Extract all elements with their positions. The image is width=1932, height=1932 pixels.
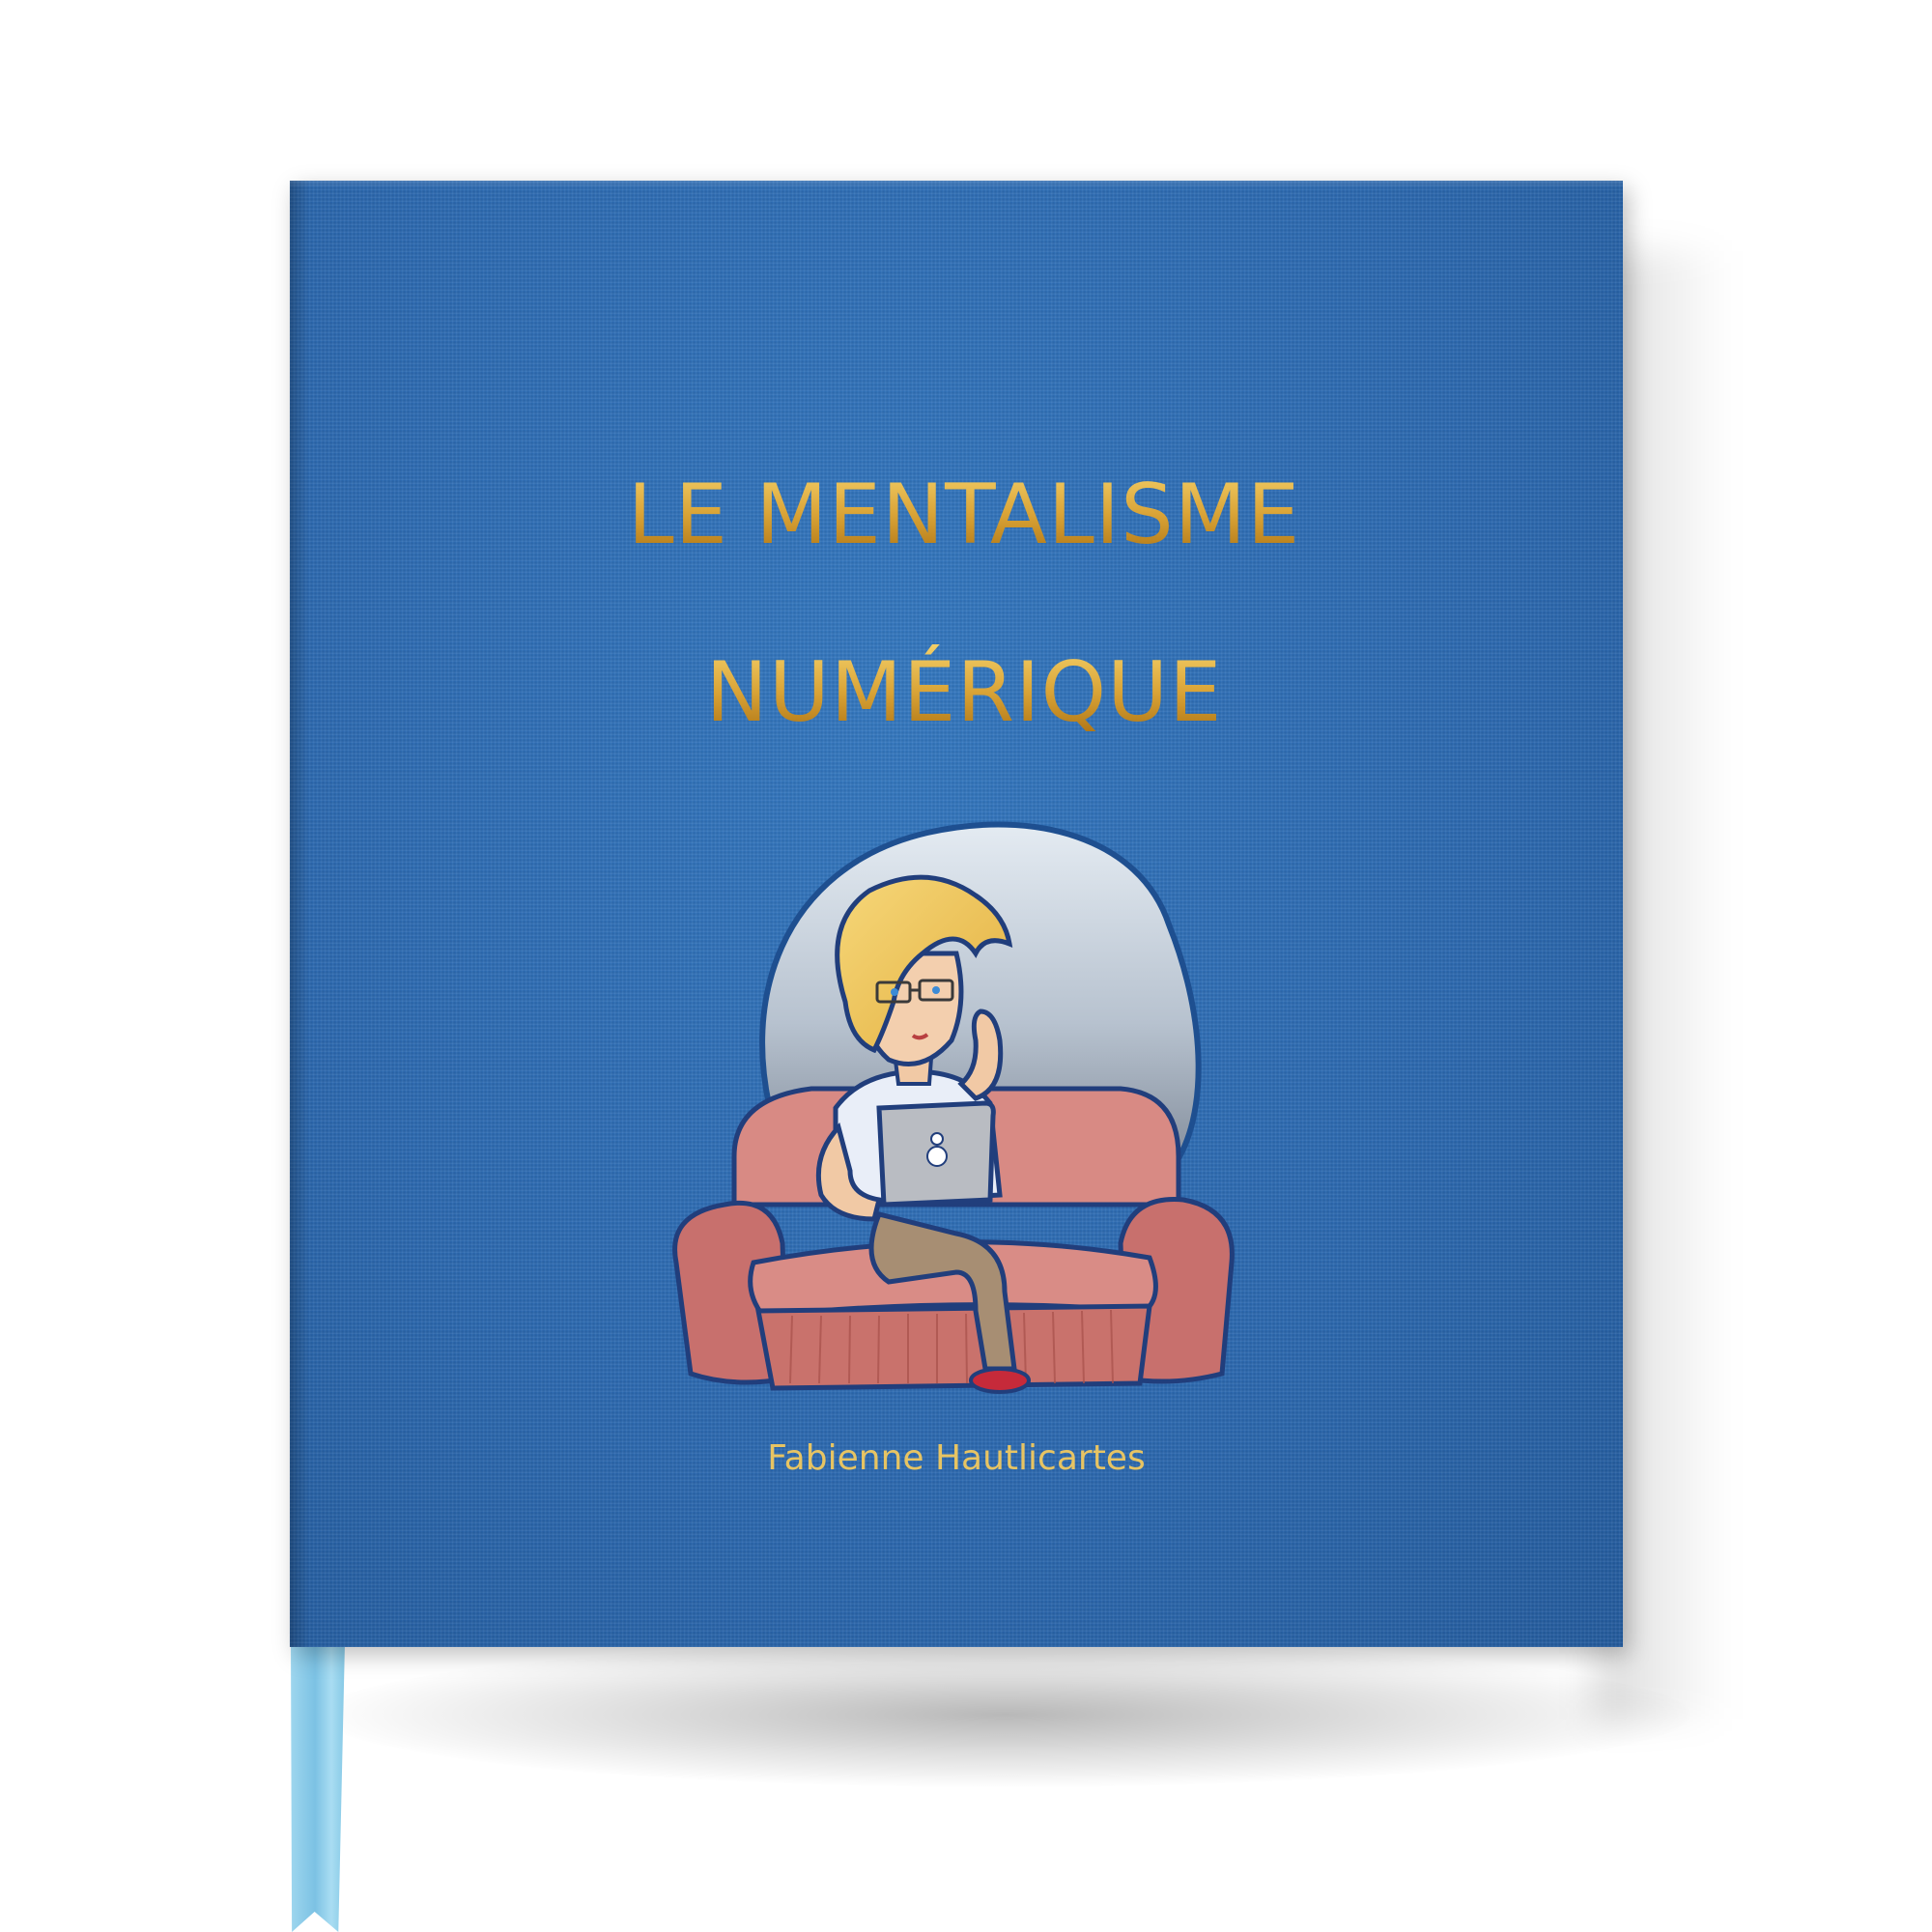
- top-edge: [290, 181, 1623, 188]
- book-cover: LE MENTALISME NUMÉRIQUE Fabienne Hautlic…: [290, 181, 1623, 1647]
- bookmark-ribbon: [291, 1642, 345, 1932]
- book-floor-shadow: [319, 1642, 1690, 1787]
- book-title-line-2: NUMÉRIQUE: [298, 644, 1631, 741]
- shoe: [969, 1367, 1031, 1394]
- cover-illustration: [672, 821, 1235, 1394]
- book-author: Fabienne Hautlicartes: [767, 1438, 1146, 1478]
- book-title-line-1: LE MENTALISME: [298, 467, 1631, 563]
- sofa-skirt: [754, 1303, 1152, 1391]
- spine-edge: [290, 181, 309, 1647]
